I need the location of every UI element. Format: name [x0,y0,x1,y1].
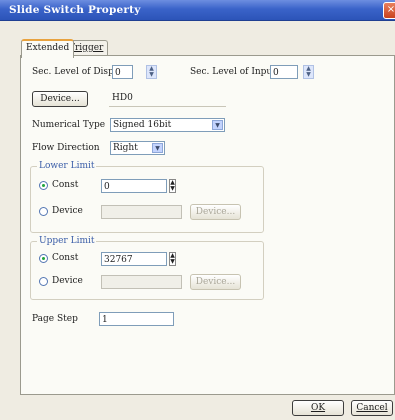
lower-limit-const-radio[interactable] [39,181,48,190]
numerical-type-value: Signed 16bit [113,120,172,130]
upper-limit-device-input[interactable] [101,275,182,289]
upper-limit-device-label: Device [52,276,83,286]
numerical-type-select[interactable]: Signed 16bit ▼ [110,118,225,132]
page-step-label: Page Step [32,314,78,324]
flow-direction-label: Flow Direction [32,143,100,153]
device-address-underline [109,106,226,107]
upper-limit-title: Upper Limit [37,236,97,246]
lower-limit-const-input[interactable]: 0 [101,179,167,193]
lower-limit-device-radio[interactable] [39,207,48,216]
lower-limit-device-label: Device [52,206,83,216]
cancel-label: Cancel [356,403,388,413]
input-security-input[interactable]: 0 [270,65,298,79]
chevron-down-icon[interactable]: ▼ [152,143,163,153]
upper-limit-device-button[interactable]: Device... [190,274,241,290]
flow-direction-value: Right [113,143,138,153]
title-bar: Slide Switch Property × [0,0,395,21]
tab-extended[interactable]: Extended [21,39,75,58]
upper-limit-group: Upper Limit Const 32767 ▲ ▼ Device Device… [30,236,264,300]
lower-limit-device-input[interactable] [101,205,182,219]
device-button[interactable]: Device... [32,91,88,107]
extended-panel: Sec. Level of Display 0 ▲ ▼ Sec. Level of… [20,55,395,395]
lower-limit-spin-icon[interactable]: ▲ ▼ [169,179,176,193]
window-title: Slide Switch Property [9,4,141,16]
close-icon[interactable]: × [383,2,395,19]
chevron-down-icon[interactable]: ▼ [212,120,223,130]
flow-direction-select[interactable]: Right ▼ [110,141,165,155]
upper-limit-spin-icon[interactable]: ▲ ▼ [169,252,176,266]
upper-limit-const-radio[interactable] [39,254,48,263]
upper-limit-device-radio[interactable] [39,277,48,286]
lower-limit-title: Lower Limit [37,161,97,171]
lower-limit-const-label: Const [52,180,79,190]
input-security-spin-icon[interactable]: ▲ ▼ [303,65,314,79]
upper-limit-const-label: Const [52,253,79,263]
display-security-input[interactable]: 0 [112,65,133,79]
device-address-value: HD0 [112,93,133,103]
lower-limit-group: Lower Limit Const 0 ▲ ▼ Device Device... [30,161,264,233]
page-step-input[interactable]: 1 [99,312,174,326]
input-security-label: Sec. Level of Input [190,67,276,77]
cancel-button[interactable]: Cancel [351,400,393,416]
lower-limit-device-button[interactable]: Device... [190,204,241,220]
upper-limit-const-input[interactable]: 32767 [101,252,167,266]
display-security-spin-icon[interactable]: ▲ ▼ [146,65,157,79]
ok-button[interactable]: OK [292,400,344,416]
numerical-type-label: Numerical Type [32,120,106,130]
tab-trigger-label: Trigger [69,43,104,53]
ok-label: OK [310,403,326,413]
